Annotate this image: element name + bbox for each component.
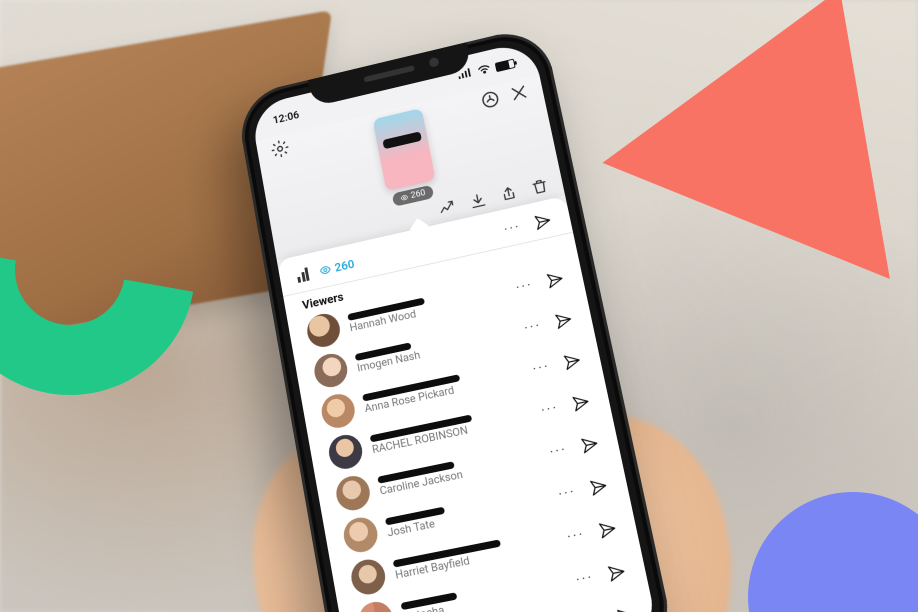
trash-icon[interactable] xyxy=(529,176,550,197)
viewers-sheet: 260 ··· Viewers Ha xyxy=(277,196,660,612)
viewer-more-button[interactable]: ··· xyxy=(523,317,543,336)
viewer-row-actions: ··· xyxy=(574,562,628,590)
viewer-avatar[interactable] xyxy=(349,557,389,598)
share-icon[interactable] xyxy=(498,183,519,204)
viewer-row-actions: ··· xyxy=(548,434,601,462)
viewer-row-actions: ··· xyxy=(557,476,610,504)
viewer-row-actions: ··· xyxy=(531,351,583,379)
send-message-button[interactable] xyxy=(579,434,601,456)
viewer-avatar[interactable] xyxy=(341,515,380,556)
analytics-icon[interactable] xyxy=(296,267,312,283)
send-message-button[interactable] xyxy=(570,392,592,414)
redaction-bar xyxy=(382,131,422,149)
insights-icon[interactable] xyxy=(437,197,458,218)
viewer-more-button[interactable]: ··· xyxy=(548,441,568,460)
viewer-avatar[interactable] xyxy=(326,432,365,472)
battery-icon xyxy=(495,59,516,73)
viewer-row-actions: ··· xyxy=(583,605,637,612)
send-message-button[interactable] xyxy=(588,476,610,498)
viewer-more-button[interactable]: ··· xyxy=(557,483,577,503)
story-thumb-view-count: 260 xyxy=(410,188,426,201)
viewer-more-button[interactable]: ··· xyxy=(540,400,560,419)
send-message-button[interactable] xyxy=(615,605,637,612)
viewer-more-button[interactable]: ··· xyxy=(574,569,595,589)
status-time: 12:06 xyxy=(272,108,300,126)
send-message-button[interactable] xyxy=(606,562,628,584)
viewer-more-button[interactable]: ··· xyxy=(531,358,551,377)
viewer-row-actions: ··· xyxy=(523,310,575,338)
send-message-button[interactable] xyxy=(562,351,584,372)
send-message-button[interactable] xyxy=(545,269,566,290)
viewer-row-actions: ··· xyxy=(539,392,592,420)
share-story-button[interactable] xyxy=(532,211,553,232)
highlight-add-icon[interactable] xyxy=(479,88,502,111)
view-count-value: 260 xyxy=(334,257,356,274)
viewer-more-button[interactable]: ··· xyxy=(566,526,587,546)
viewer-row-actions: ··· xyxy=(565,519,619,547)
viewer-avatar[interactable] xyxy=(356,599,396,612)
viewer-row-actions: ··· xyxy=(514,269,566,297)
stats-more-button[interactable]: ··· xyxy=(503,219,523,238)
viewer-avatar[interactable] xyxy=(312,351,350,391)
viewer-avatar[interactable] xyxy=(334,473,373,513)
download-icon[interactable] xyxy=(468,190,489,211)
stage: 12:06 xyxy=(0,0,918,612)
send-message-button[interactable] xyxy=(553,310,574,331)
viewer-more-button[interactable]: ··· xyxy=(515,277,535,296)
gear-icon[interactable] xyxy=(269,138,291,160)
phone-mockup: 12:06 xyxy=(280,40,610,612)
close-icon[interactable] xyxy=(507,81,530,104)
view-count: 260 xyxy=(319,257,356,278)
send-message-button[interactable] xyxy=(597,519,619,541)
viewer-avatar[interactable] xyxy=(305,311,343,350)
wifi-icon xyxy=(476,62,492,78)
viewer-avatar[interactable] xyxy=(319,391,358,431)
